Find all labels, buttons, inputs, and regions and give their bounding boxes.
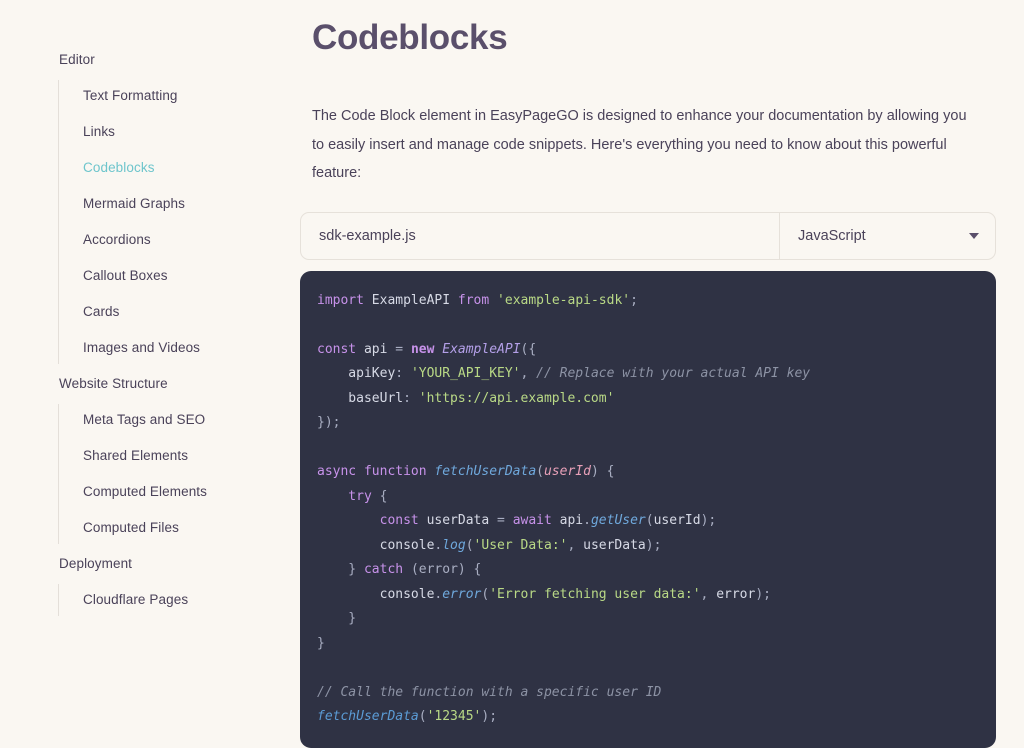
main-content: Codeblocks The Code Block element in Eas… xyxy=(294,0,1024,748)
code-token: const xyxy=(317,341,364,357)
sidebar-item-callout-boxes[interactable]: Callout Boxes xyxy=(59,258,294,294)
code-token: fetchUserData xyxy=(434,464,537,479)
code-token: }); xyxy=(317,415,341,430)
code-token: } xyxy=(317,635,325,651)
sidebar-group-label: Website Structure xyxy=(59,376,168,391)
code-token: (error) { xyxy=(410,562,482,577)
sidebar-item-mermaid-graphs[interactable]: Mermaid Graphs xyxy=(59,186,294,222)
code-token: console xyxy=(317,537,435,553)
code-token: baseUrl xyxy=(317,390,404,406)
sidebar-group: Deployment Cloudflare Pages xyxy=(0,546,294,618)
code-token: ExampleAPI xyxy=(442,341,521,357)
code-token: ); xyxy=(481,709,498,724)
sidebar-item-computed-files[interactable]: Computed Files xyxy=(59,510,294,546)
code-token: 'example-api-sdk' xyxy=(497,292,631,308)
sidebar: Editor Text Formatting Links Codeblocks Merm… xyxy=(0,0,294,742)
sidebar-group-items: Meta Tags and SEO Shared Elements Computed… xyxy=(0,402,294,546)
code-token: import xyxy=(317,292,372,308)
code-token: 'YOUR_API_KEY' xyxy=(410,366,521,381)
code-token: ); xyxy=(700,513,717,528)
code-token: 'https://api.example.com' xyxy=(418,390,615,406)
code-token: } xyxy=(317,611,357,626)
codeblock-toolbar: JavaScript xyxy=(300,211,996,260)
code-token: ( xyxy=(536,464,544,479)
code-token: : xyxy=(403,390,419,406)
sidebar-group: Editor Text Formatting Links Codeblocks Merm… xyxy=(0,42,294,366)
code-token: api xyxy=(559,513,584,528)
code-token: ( xyxy=(645,513,654,528)
code-token: new xyxy=(410,341,443,357)
code-token: , xyxy=(520,366,537,381)
sidebar-group-items: Text Formatting Links Codeblocks Mermaid Gr… xyxy=(0,78,294,366)
filename-input[interactable] xyxy=(301,212,779,259)
code-token: ); xyxy=(755,586,771,602)
code-token: log xyxy=(442,537,466,553)
code-token: } xyxy=(317,562,364,577)
intro-paragraph: The Code Block element in EasyPageGO is … xyxy=(312,108,967,181)
code-token: { xyxy=(379,488,388,504)
sidebar-group-label: Deployment xyxy=(59,556,133,571)
code-token: ); xyxy=(645,537,662,553)
code-token: = xyxy=(497,513,513,528)
sidebar-item-meta-tags-and-seo[interactable]: Meta Tags and SEO xyxy=(59,402,294,438)
code-token: ( xyxy=(465,537,474,553)
code-token: userData xyxy=(426,513,498,528)
code-token: ({ xyxy=(520,341,537,357)
sidebar-group: Website Structure Meta Tags and SEO Shared… xyxy=(0,366,294,546)
code-token: ; xyxy=(630,292,638,308)
sidebar-item-codeblocks[interactable]: Codeblocks xyxy=(59,150,294,186)
sidebar-group-label: Editor xyxy=(59,52,95,67)
code-token: console xyxy=(317,586,435,602)
sidebar-item-images-and-videos[interactable]: Images and Videos xyxy=(59,330,294,366)
code-token: from xyxy=(450,292,498,308)
sidebar-item-cloudflare-pages[interactable]: Cloudflare Pages xyxy=(59,582,294,618)
sidebar-item-computed-elements[interactable]: Computed Elements xyxy=(59,474,294,510)
code-token: ExampleAPI xyxy=(371,292,451,308)
code-token: async function xyxy=(317,464,435,479)
documentation-page: Editor Text Formatting Links Codeblocks Merm… xyxy=(0,0,1024,748)
language-select[interactable]: JavaScript xyxy=(779,212,995,259)
code-token: 'User Data:' xyxy=(473,537,568,553)
code-token: , xyxy=(567,537,584,553)
code-token: apiKey xyxy=(317,366,396,381)
code-token: : xyxy=(395,366,411,381)
code-token: userId xyxy=(543,464,591,479)
code-token: fetchUserData xyxy=(317,709,419,724)
code-token: try xyxy=(317,488,380,504)
sidebar-item-shared-elements[interactable]: Shared Elements xyxy=(59,438,294,474)
sidebar-item-cards[interactable]: Cards xyxy=(59,294,294,330)
code-token: 'Error fetching user data:' xyxy=(489,586,701,602)
sidebar-item-accordions[interactable]: Accordions xyxy=(59,222,294,258)
code-block: import ExampleAPI from 'example-api-sdk'… xyxy=(300,270,996,748)
code-token: '12345' xyxy=(426,709,482,724)
sidebar-group-items: Cloudflare Pages xyxy=(0,582,294,618)
page-title: Codeblocks xyxy=(312,18,508,57)
code-token: , xyxy=(700,586,717,602)
code-token: // Replace with your actual API key xyxy=(536,366,811,381)
code-token: . xyxy=(583,513,591,528)
code-token: userId xyxy=(653,513,701,528)
sidebar-item-text-formatting[interactable]: Text Formatting xyxy=(59,78,294,114)
code-content[interactable]: import ExampleAPI from 'example-api-sdk'… xyxy=(300,289,996,730)
code-token: const xyxy=(317,513,427,528)
code-token: catch xyxy=(363,562,411,577)
code-token: = xyxy=(395,341,411,357)
code-token: error xyxy=(442,586,482,602)
code-token: ) { xyxy=(590,464,615,479)
code-token: await xyxy=(512,513,560,528)
code-token: api xyxy=(363,341,396,357)
code-token: error xyxy=(716,586,756,602)
code-token: getUser xyxy=(590,513,646,528)
code-token: userData xyxy=(583,537,646,553)
sidebar-nav: Editor Text Formatting Links Codeblocks Merm… xyxy=(0,42,294,618)
language-select-value: JavaScript xyxy=(798,227,866,244)
sidebar-item-links[interactable]: Links xyxy=(59,114,294,150)
chevron-down-icon xyxy=(969,232,979,239)
code-token: // Call the function with a specific use… xyxy=(317,684,662,700)
code-token: ( xyxy=(418,709,427,724)
